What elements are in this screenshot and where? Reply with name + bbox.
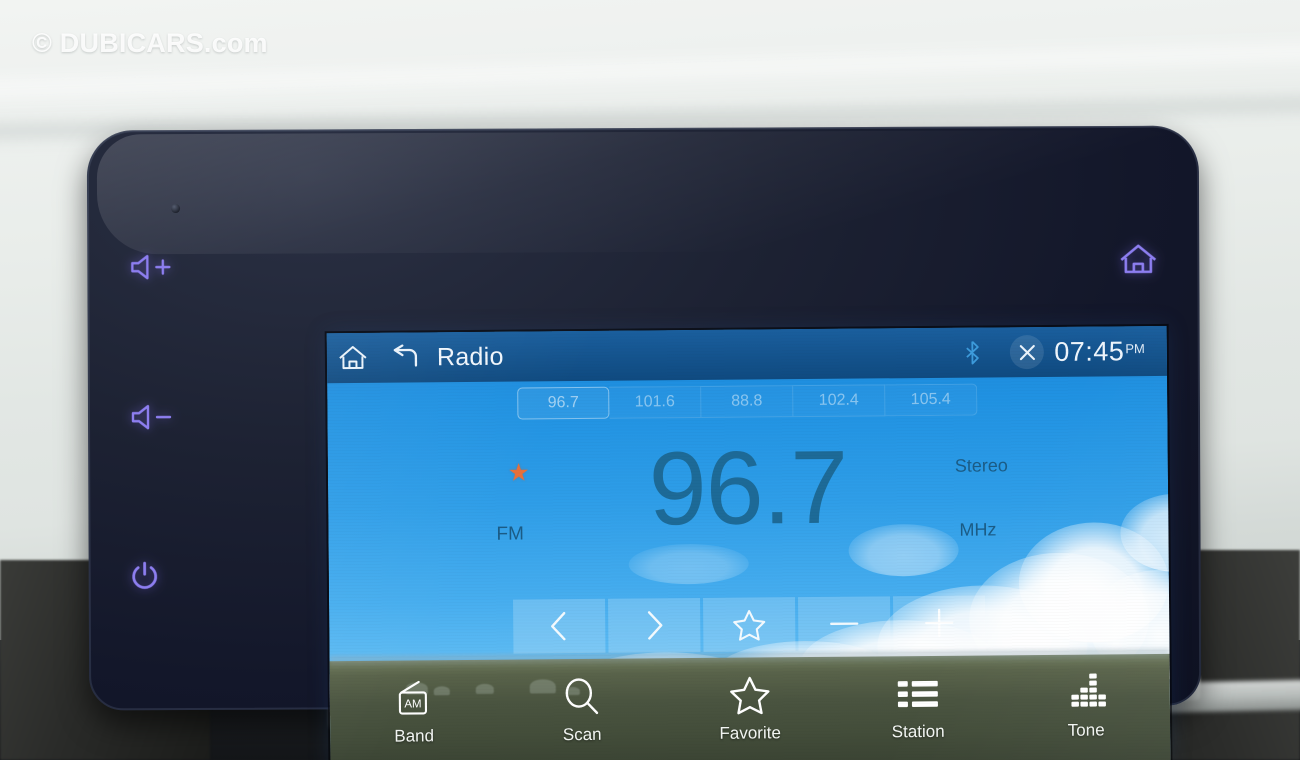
head-unit-bezel: Radio 07:45PM 96.7 101.6 88.8 102.4 105.… (86, 125, 1202, 760)
am-radio-icon: AM (392, 676, 436, 720)
home-icon[interactable] (327, 333, 379, 383)
tune-down-button[interactable] (798, 596, 891, 652)
volume-up-button[interactable] (117, 245, 187, 289)
clock-ampm: PM (1125, 341, 1145, 357)
touchscreen-display[interactable]: Radio 07:45PM 96.7 101.6 88.8 102.4 105.… (326, 325, 1171, 760)
seek-up-button[interactable] (608, 597, 701, 653)
photograph-background: © DUBICARS.com Radio 07:45PM 96.7 101.6 … (0, 0, 1300, 760)
nav-label-band: Band (394, 726, 435, 746)
header-spacer (504, 353, 966, 357)
bezel-gloss (96, 129, 1190, 255)
bottom-navigation-bar: AM Band Scan Favorite Station Tone (330, 662, 1171, 760)
nav-item-band[interactable]: AM Band (339, 676, 490, 747)
equalizer-icon (1065, 670, 1107, 714)
nav-label-station: Station (891, 721, 945, 742)
star-outline-icon (729, 673, 771, 717)
status-header-bar: Radio 07:45PM (326, 325, 1168, 384)
light-sensor (171, 204, 181, 214)
preset-button-5[interactable]: 105.4 (885, 383, 978, 417)
watermark-text: © DUBICARS.com (32, 28, 268, 58)
back-arrow-icon[interactable] (379, 332, 431, 382)
close-icon[interactable] (1010, 334, 1045, 370)
stereo-indicator: Stereo (954, 455, 1008, 476)
nav-label-favorite: Favorite (719, 723, 781, 743)
nav-item-station[interactable]: Station (843, 671, 994, 742)
preset-button-3[interactable]: 88.8 (701, 385, 794, 418)
list-icon (896, 672, 940, 716)
nav-label-scan: Scan (562, 724, 602, 745)
home-hardkey-button[interactable] (1103, 236, 1173, 284)
magnifier-icon (562, 675, 602, 719)
nav-item-tone[interactable]: Tone (1011, 670, 1162, 741)
preset-button-2[interactable]: 101.6 (609, 385, 702, 419)
current-frequency: 96.7 (648, 429, 848, 548)
volume-down-button[interactable] (118, 395, 188, 439)
frequency-display-block: ★ FM 96.7 Stereo MHz (328, 430, 1169, 591)
nav-item-scan[interactable]: Scan (507, 674, 658, 745)
bluetooth-icon (965, 340, 980, 365)
tune-up-button[interactable] (892, 595, 986, 651)
svg-text:AM: AM (404, 698, 421, 710)
nav-item-favorite[interactable]: Favorite (675, 673, 826, 744)
clock-area: 07:45PM (1010, 334, 1167, 370)
page-title: Radio (436, 342, 504, 371)
seek-down-button[interactable] (513, 598, 606, 654)
preset-button-1[interactable]: 96.7 (517, 386, 610, 420)
power-button[interactable] (113, 550, 177, 602)
frequency-units-label: MHz (959, 519, 997, 540)
favorite-add-button[interactable] (703, 597, 796, 652)
clock-time: 07:45PM (1054, 336, 1145, 368)
clock-hhmm: 07:45 (1054, 335, 1125, 367)
nav-label-tone: Tone (1067, 720, 1105, 740)
tuner-controls-row (329, 594, 1169, 655)
preset-button-4[interactable]: 102.4 (793, 384, 886, 418)
